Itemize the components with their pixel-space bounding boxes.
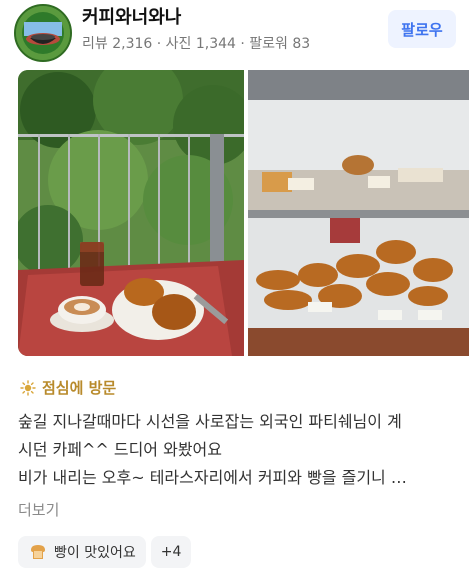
sun-icon <box>20 379 36 396</box>
keyword-chip[interactable]: 빵이 맛있어요 <box>18 536 146 568</box>
review-line: 비가 내리는 오후~ 테라스자리에서 커피와 빵을 즐기니 … <box>18 468 407 487</box>
keyword-chips: 빵이 맛있어요 +4 <box>18 536 192 568</box>
bakery-display-photo[interactable] <box>248 70 469 356</box>
follow-button[interactable]: 팔로우 <box>388 10 456 48</box>
terrace-photo[interactable] <box>18 70 244 356</box>
more-keywords-count: +4 <box>160 544 182 560</box>
bread-icon <box>31 545 45 559</box>
more-keywords-chip[interactable]: +4 <box>150 536 192 568</box>
avatar[interactable] <box>14 4 72 62</box>
avatar-image <box>16 6 70 60</box>
keyword-chip-label: 빵이 맛있어요 <box>54 545 136 561</box>
review-line: 숲길 지나갈때마다 시선을 사로잡는 외국인 파티쉐님이 계 <box>18 412 402 431</box>
visit-tag: 점심에 방문 <box>20 377 116 398</box>
user-stats: 리뷰 2,316 · 사진 1,344 · 팔로워 83 <box>82 36 311 52</box>
review-text[interactable]: 숲길 지나갈때마다 시선을 사로잡는 외국인 파티쉐님이 계 시던 카페^^ 드… <box>18 408 458 492</box>
review-header: 커피와너와나 리뷰 2,316 · 사진 1,344 · 팔로워 83 팔로우 <box>0 0 469 70</box>
review-photos <box>18 70 469 356</box>
review-line: 시던 카페^^ 드디어 와봤어요 <box>18 440 222 459</box>
more-link[interactable]: 더보기 <box>18 499 59 520</box>
username[interactable]: 커피와너와나 <box>82 7 181 29</box>
visit-tag-label: 점심에 방문 <box>42 379 117 397</box>
